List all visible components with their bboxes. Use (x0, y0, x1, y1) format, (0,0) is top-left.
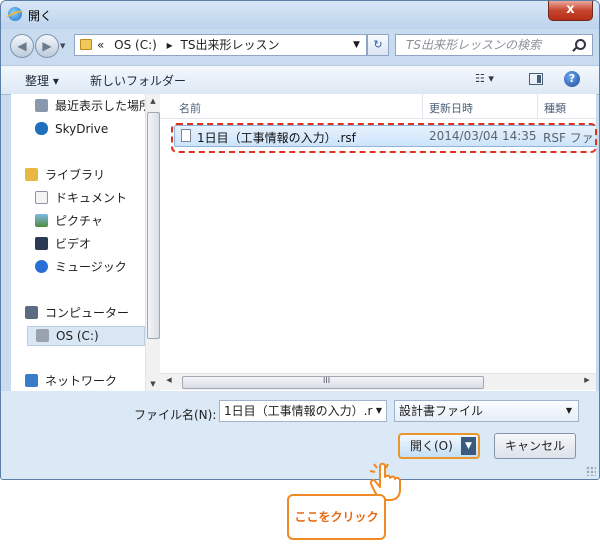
column-headers: 名前 更新日時 種類 (160, 94, 596, 119)
navigation-scrollbar[interactable]: ▲ ▼ (145, 94, 160, 391)
recent-places-icon (35, 99, 48, 112)
nav-item-documents[interactable]: ドキュメント (35, 188, 159, 208)
chevron-down-icon: ▼ (565, 406, 572, 415)
click-here-callout: ここをクリック (287, 494, 386, 540)
breadcrumb-separator-icon[interactable]: ▸ (167, 38, 173, 52)
change-view-icon[interactable]: ☷ ▾ (475, 72, 494, 85)
scroll-left-icon[interactable]: ◀ (162, 376, 176, 384)
new-folder-button[interactable]: 新しいフォルダー (90, 72, 186, 89)
nav-item-music[interactable]: ミュージック (35, 257, 159, 277)
horizontal-scrollbar[interactable]: ◀ III ▶ (160, 373, 596, 390)
back-button[interactable]: ◀ (10, 34, 34, 58)
toolbar: 整理 ▾ 新しいフォルダー ☷ ▾ ? (1, 65, 599, 95)
pictures-icon (35, 214, 48, 227)
nav-item-recent-places[interactable]: 最近表示した場所 (35, 96, 159, 116)
music-icon (35, 260, 48, 273)
recent-pages-dropdown-icon[interactable]: ▼ (60, 42, 65, 50)
resize-grip-icon[interactable] (586, 466, 596, 476)
column-header-modified[interactable]: 更新日時 (429, 100, 473, 116)
nav-item-skydrive[interactable]: SkyDrive (35, 119, 159, 139)
library-icon (25, 168, 38, 181)
file-type-select[interactable]: 設計書ファイル ▼ (394, 400, 579, 422)
filename-label: ファイル名(N): (134, 408, 217, 422)
nav-item-libraries[interactable]: ライブラリ (25, 165, 159, 185)
navigation-scroll-thumb[interactable] (147, 112, 160, 339)
address-bar[interactable]: « OS (C:) ▸ TS出来形レッスン ▼ (74, 34, 367, 56)
title-bar: 開く x (1, 1, 599, 29)
scroll-down-icon[interactable]: ▼ (146, 380, 160, 388)
navigation-bar: ◀ ▶ ▼ « OS (C:) ▸ TS出来形レッスン ▼ ↻ TS出来形レッス… (1, 29, 599, 65)
scroll-right-icon[interactable]: ▶ (580, 376, 594, 384)
nav-item-computer[interactable]: コンピューター (25, 303, 159, 323)
dialog-footer: ファイル名(N): 1日目（工事情報の入力）.r ▼ 設計書ファイル ▼ 開く(… (1, 391, 599, 479)
horizontal-scroll-thumb[interactable]: III (182, 376, 484, 389)
open-split-dropdown-icon[interactable]: ▼ (461, 437, 476, 455)
open-button-label: 開く(O) (410, 439, 453, 453)
breadcrumb-folder[interactable]: TS出来形レッスン (181, 38, 280, 52)
nav-item-network[interactable]: ネットワーク (25, 371, 159, 391)
open-dialog: 開く x ◀ ▶ ▼ « OS (C:) ▸ TS出来形レッスン ▼ ↻ TS出… (0, 0, 600, 480)
highlight-box (171, 123, 597, 153)
close-button[interactable]: x (548, 1, 593, 21)
column-divider[interactable] (537, 94, 538, 118)
navigation-pane: 最近表示した場所 SkyDrive ライブラリ ドキュメント ピクチャ ビデオ … (11, 94, 159, 391)
organize-menu[interactable]: 整理 ▾ (25, 72, 59, 89)
address-dropdown-icon[interactable]: ▼ (353, 35, 360, 55)
nav-item-drive-c[interactable]: OS (C:) (27, 326, 145, 346)
network-icon (25, 374, 38, 387)
cancel-button[interactable]: キャンセル (494, 433, 576, 459)
search-placeholder: TS出来形レッスンの検索 (406, 38, 541, 52)
breadcrumb-drive[interactable]: OS (C:) (114, 38, 157, 52)
filename-dropdown-icon[interactable]: ▼ (376, 401, 382, 421)
column-header-type[interactable]: 種類 (544, 100, 566, 116)
nav-item-videos[interactable]: ビデオ (35, 234, 159, 254)
drive-icon (36, 329, 49, 342)
column-divider[interactable] (422, 94, 423, 118)
help-icon[interactable]: ? (564, 71, 580, 87)
file-type-value: 設計書ファイル (399, 404, 484, 418)
documents-icon (35, 191, 48, 204)
filename-value: 1日目（工事情報の入力）.r (224, 404, 373, 418)
forward-button[interactable]: ▶ (35, 34, 59, 58)
column-header-name[interactable]: 名前 (179, 100, 201, 116)
search-input[interactable]: TS出来形レッスンの検索 (395, 34, 593, 56)
window-title: 開く (28, 9, 53, 23)
computer-icon (25, 306, 38, 319)
scroll-up-icon[interactable]: ▲ (146, 97, 160, 105)
preview-pane-icon[interactable] (529, 73, 543, 85)
filename-input[interactable]: 1日目（工事情報の入力）.r ▼ (219, 400, 387, 422)
skydrive-icon (35, 122, 48, 135)
nav-item-pictures[interactable]: ピクチャ (35, 211, 159, 231)
internet-explorer-icon (8, 7, 22, 21)
scroll-grip: III (323, 376, 331, 385)
address-overflow[interactable]: « (97, 38, 104, 52)
refresh-button[interactable]: ↻ (367, 34, 389, 56)
video-icon (35, 237, 48, 250)
search-icon[interactable] (575, 39, 586, 50)
open-button[interactable]: 開く(O) ▼ (398, 433, 480, 459)
folder-icon (80, 39, 92, 50)
